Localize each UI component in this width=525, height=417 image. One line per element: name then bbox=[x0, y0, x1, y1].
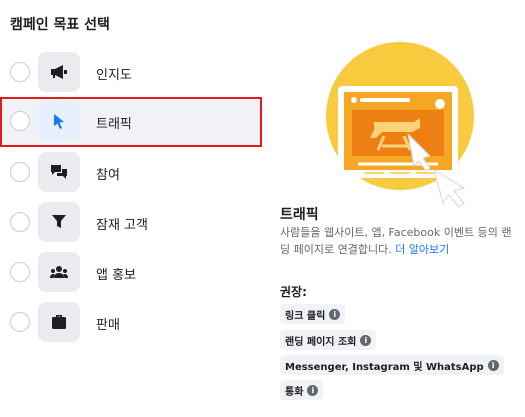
radio-button[interactable] bbox=[10, 111, 30, 131]
recommended-label: 권장: bbox=[280, 285, 307, 299]
traffic-illustration bbox=[312, 40, 512, 210]
people-icon bbox=[38, 252, 80, 292]
radio-button[interactable] bbox=[10, 212, 30, 232]
recommendation-chip: 링크 클릭 i bbox=[280, 304, 346, 324]
option-label: 인지도 bbox=[96, 68, 132, 83]
radio-button[interactable] bbox=[10, 262, 30, 282]
page-title: 캠페인 목표 선택 bbox=[10, 17, 110, 33]
objective-app-promotion[interactable]: 앱 홍보 bbox=[0, 248, 262, 298]
info-icon[interactable]: i bbox=[360, 334, 372, 346]
objective-leads[interactable]: 잠재 고객 bbox=[0, 198, 262, 248]
chip-label: 통화 bbox=[285, 386, 304, 398]
radio-button[interactable] bbox=[10, 162, 30, 182]
option-label: 앱 홍보 bbox=[96, 268, 137, 283]
recommendation-chip: 랜딩 페이지 조회 i bbox=[280, 330, 377, 350]
info-icon[interactable]: i bbox=[329, 308, 341, 320]
radio-button[interactable] bbox=[10, 62, 30, 82]
info-icon[interactable]: i bbox=[307, 384, 319, 396]
detail-title: 트래픽 bbox=[280, 207, 319, 223]
megaphone-icon bbox=[38, 52, 80, 92]
option-label: 트래픽 bbox=[96, 117, 132, 132]
option-label: 잠재 고객 bbox=[96, 218, 148, 233]
briefcase-icon bbox=[38, 302, 80, 342]
objective-sales[interactable]: 판매 bbox=[0, 298, 262, 348]
objective-engagement[interactable]: 참여 bbox=[0, 148, 262, 198]
funnel-icon bbox=[38, 202, 80, 242]
chip-label: 링크 클릭 bbox=[285, 310, 326, 322]
recommendation-chip: Messenger, Instagram 및 WhatsApp i bbox=[280, 355, 504, 375]
detail-description: 사람들을 웹사이트, 앱, Facebook 이벤트 등의 랜딩 페이지로 연결… bbox=[280, 224, 516, 258]
info-icon[interactable]: i bbox=[487, 359, 499, 371]
cursor-icon bbox=[38, 101, 80, 141]
option-label: 판매 bbox=[96, 318, 120, 333]
option-label: 참여 bbox=[96, 168, 120, 183]
radio-button[interactable] bbox=[10, 312, 30, 332]
chip-label: Messenger, Instagram 및 WhatsApp bbox=[285, 361, 484, 373]
objective-traffic[interactable]: 트래픽 bbox=[0, 97, 262, 147]
chip-label: 랜딩 페이지 조회 bbox=[285, 336, 357, 348]
recommendation-chip: 통화 i bbox=[280, 380, 324, 400]
objective-awareness[interactable]: 인지도 bbox=[0, 48, 262, 98]
chat-bubbles-icon bbox=[38, 152, 80, 192]
learn-more-link[interactable]: 더 알아보기 bbox=[395, 243, 449, 256]
